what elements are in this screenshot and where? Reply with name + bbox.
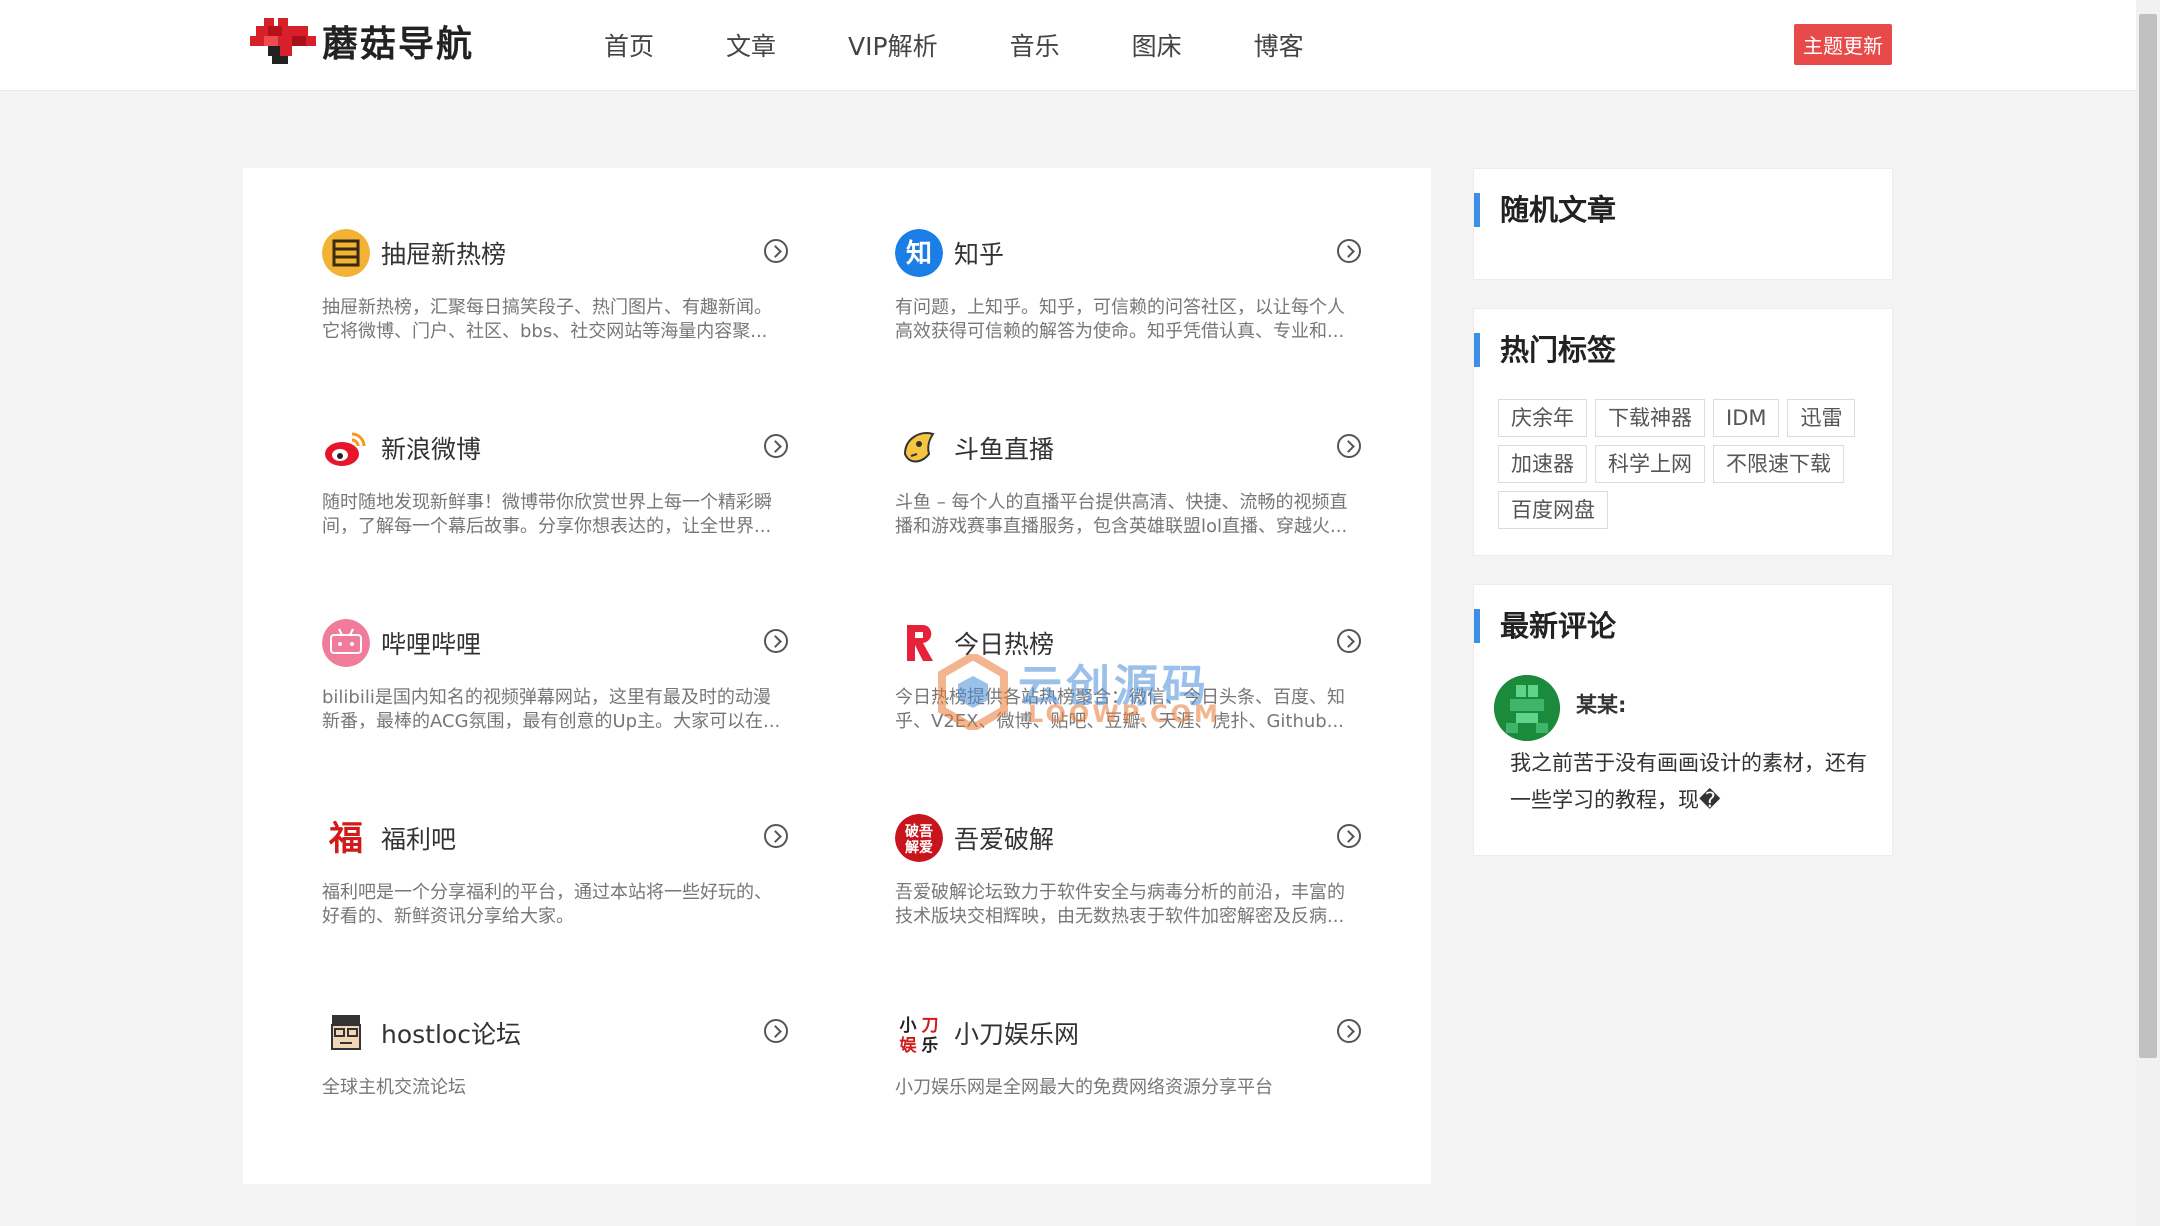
chevron-right-circle-icon[interactable] bbox=[1337, 824, 1361, 848]
site-name: 斗鱼直播 bbox=[954, 435, 1055, 464]
logo-text: 蘑菇导航 bbox=[322, 24, 475, 65]
site-card-tophub[interactable]: 今日热榜 今日热榜提供各站热榜聚合：微信、今日头条、百度、知乎、V2EX、微博、… bbox=[895, 618, 1375, 813]
zhihu-icon: 知 bbox=[895, 229, 943, 277]
svg-text:刀: 刀 bbox=[922, 1016, 939, 1036]
chevron-right-circle-icon[interactable] bbox=[764, 239, 788, 263]
tag-cloud: 庆余年 下载神器 IDM 迅雷 加速器 科学上网 不限速下载 百度网盘 bbox=[1498, 399, 1878, 537]
random-articles-widget: 随机文章 bbox=[1473, 168, 1893, 280]
site-desc: bilibili是国内知名的视频弹幕网站，这里有最及时的动漫新番，最棒的ACG氛… bbox=[322, 687, 781, 732]
tag-item[interactable]: 百度网盘 bbox=[1498, 491, 1608, 529]
fuli-icon: 福 bbox=[322, 814, 370, 862]
comment-text[interactable]: 我之前苦于没有画画设计的素材，还有一些学习的教程，现� bbox=[1510, 745, 1880, 819]
site-card-zhihu[interactable]: 知 知乎 有问题，上知乎。知乎，可信赖的问答社区，以让每个人高效获得可信赖的解答… bbox=[895, 228, 1375, 423]
site-card-bilibili[interactable]: 哔哩哔哩 bilibili是国内知名的视频弹幕网站，这里有最及时的动漫新番，最棒… bbox=[322, 618, 802, 813]
weibo-icon bbox=[325, 432, 366, 466]
site-name: hostloc论坛 bbox=[381, 1020, 521, 1049]
comment-author[interactable]: 某某: bbox=[1576, 689, 1626, 719]
chevron-right-circle-icon[interactable] bbox=[764, 629, 788, 653]
site-desc: 吾爱破解论坛致力于软件安全与病毒分析的前沿，丰富的技术版块交相辉映，由无数热衷于… bbox=[895, 882, 1345, 927]
tag-item[interactable]: 下载神器 bbox=[1595, 399, 1705, 437]
chevron-right-circle-icon[interactable] bbox=[764, 1019, 788, 1043]
site-desc: 福利吧是一个分享福利的平台，通过本站将一些好玩的、好看的、新鲜资讯分享给大家。 bbox=[322, 882, 772, 927]
random-articles-title: 随机文章 bbox=[1474, 193, 1616, 227]
site-desc: 小刀娱乐网是全网最大的免费网络资源分享平台 bbox=[895, 1077, 1273, 1098]
chevron-right-circle-icon[interactable] bbox=[1337, 1019, 1361, 1043]
top-header: 蘑菇导航 首页 文章 VIP解析 音乐 图床 博客 主题更新 bbox=[0, 0, 2136, 91]
latest-comments-widget: 最新评论 某某: 我之前苦于没有画画设计的素材，还有一些学习的教程，现� bbox=[1473, 584, 1893, 856]
main-nav: 首页 文章 VIP解析 音乐 图床 博客 bbox=[604, 0, 1376, 90]
site-desc: 有问题，上知乎。知乎，可信赖的问答社区，以让每个人高效获得可信赖的解答为使命。知… bbox=[895, 297, 1345, 342]
site-card-fuliba[interactable]: 福 福利吧 福利吧是一个分享福利的平台，通过本站将一些好玩的、好看的、新鲜资讯分… bbox=[322, 813, 802, 1008]
hot-tags-widget: 热门标签 庆余年 下载神器 IDM 迅雷 加速器 科学上网 不限速下载 百度网盘 bbox=[1473, 308, 1893, 556]
xiaodao-icon: 小 刀 娱 乐 bbox=[895, 1009, 943, 1057]
site-card-xiaodao[interactable]: 小 刀 娱 乐 小刀娱乐网 小刀娱乐网是全网最大的免费网络资源分享平台 bbox=[895, 1008, 1375, 1203]
site-name: 吾爱破解 bbox=[954, 825, 1055, 854]
site-name: 今日热榜 bbox=[954, 630, 1055, 659]
chevron-right-circle-icon[interactable] bbox=[1337, 239, 1361, 263]
svg-text:福: 福 bbox=[328, 819, 363, 859]
nav-blog[interactable]: 博客 bbox=[1254, 27, 1304, 63]
svg-text:娱: 娱 bbox=[900, 1035, 918, 1056]
site-card-52pojie[interactable]: 破吾 解爱 吾爱破解 吾爱破解论坛致力于软件安全与病毒分析的前沿，丰富的技术版块… bbox=[895, 813, 1375, 1008]
svg-text:乐: 乐 bbox=[922, 1036, 939, 1056]
mushroom-pixel-logo-icon bbox=[250, 18, 316, 64]
tag-item[interactable]: 加速器 bbox=[1498, 445, 1587, 483]
site-name: 知乎 bbox=[954, 240, 1005, 269]
tag-item[interactable]: 庆余年 bbox=[1498, 399, 1587, 437]
site-name: 小刀娱乐网 bbox=[954, 1020, 1080, 1049]
chevron-right-circle-icon[interactable] bbox=[764, 824, 788, 848]
nav-vip-parse[interactable]: VIP解析 bbox=[848, 27, 938, 63]
site-name: 福利吧 bbox=[381, 825, 457, 854]
tag-item[interactable]: 不限速下载 bbox=[1713, 445, 1844, 483]
nav-home[interactable]: 首页 bbox=[604, 27, 654, 63]
nav-music[interactable]: 音乐 bbox=[1010, 27, 1060, 63]
page-scrollbar-thumb[interactable] bbox=[2139, 14, 2157, 1058]
site-desc: 抽屉新热榜，汇聚每日搞笑段子、热门图片、有趣新闻。它将微博、门户、社区、bbs、… bbox=[322, 297, 772, 342]
site-desc: 今日热榜提供各站热榜聚合：微信、今日头条、百度、知乎、V2EX、微博、贴吧、豆瓣… bbox=[895, 687, 1345, 732]
site-name: 新浪微博 bbox=[381, 435, 482, 464]
hot-tags-title: 热门标签 bbox=[1474, 333, 1616, 367]
avatar[interactable] bbox=[1494, 675, 1560, 741]
site-card-weibo[interactable]: 新浪微博 随时随地发现新鲜事！微博带你欣赏世界上每一个精彩瞬间，了解每一个幕后故… bbox=[322, 423, 802, 618]
site-grid: 抽屉新热榜 抽屉新热榜，汇聚每日搞笑段子、热门图片、有趣新闻。它将微博、门户、社… bbox=[322, 228, 1361, 1203]
tophub-icon bbox=[895, 619, 943, 667]
tag-item[interactable]: 迅雷 bbox=[1787, 399, 1856, 437]
site-card-chouti[interactable]: 抽屉新热榜 抽屉新热榜，汇聚每日搞笑段子、热门图片、有趣新闻。它将微博、门户、社… bbox=[322, 228, 802, 423]
site-list-card: 抽屉新热榜 抽屉新热榜，汇聚每日搞笑段子、热门图片、有趣新闻。它将微博、门户、社… bbox=[243, 168, 1431, 1184]
tag-item[interactable]: 科学上网 bbox=[1595, 445, 1705, 483]
site-desc: 斗鱼 – 每个人的直播平台提供高清、快捷、流畅的视频直播和游戏赛事直播服务，包含… bbox=[895, 492, 1348, 537]
52pojie-icon: 破吾 解爱 bbox=[895, 814, 943, 862]
site-card-hostloc[interactable]: hostloc论坛 全球主机交流论坛 bbox=[322, 1008, 802, 1203]
douyu-icon bbox=[895, 424, 943, 472]
site-name: 哔哩哔哩 bbox=[381, 630, 482, 659]
site-logo[interactable]: 蘑菇导航 bbox=[250, 16, 474, 66]
chevron-right-circle-icon[interactable] bbox=[1337, 629, 1361, 653]
site-desc: 随时随地发现新鲜事！微博带你欣赏世界上每一个精彩瞬间，了解每一个幕后故事。分享你… bbox=[322, 492, 772, 537]
drawer-icon bbox=[322, 229, 370, 277]
latest-comments-title: 最新评论 bbox=[1474, 609, 1616, 643]
nav-image-host[interactable]: 图床 bbox=[1132, 27, 1182, 63]
svg-text:破吾: 破吾 bbox=[905, 823, 933, 840]
theme-update-button[interactable]: 主题更新 bbox=[1794, 24, 1892, 65]
chevron-right-circle-icon[interactable] bbox=[764, 434, 788, 458]
site-card-douyu[interactable]: 斗鱼直播 斗鱼 – 每个人的直播平台提供高清、快捷、流畅的视频直播和游戏赛事直播… bbox=[895, 423, 1375, 618]
site-desc: 全球主机交流论坛 bbox=[322, 1077, 466, 1098]
svg-text:小: 小 bbox=[900, 1016, 917, 1036]
tag-item[interactable]: IDM bbox=[1713, 399, 1780, 437]
svg-text:解爱: 解爱 bbox=[905, 839, 933, 856]
nav-articles[interactable]: 文章 bbox=[726, 27, 776, 63]
bilibili-icon bbox=[322, 619, 370, 667]
site-name: 抽屉新热榜 bbox=[381, 240, 507, 269]
chevron-right-circle-icon[interactable] bbox=[1337, 434, 1361, 458]
hostloc-icon bbox=[322, 1009, 370, 1057]
svg-text:知: 知 bbox=[906, 239, 932, 269]
